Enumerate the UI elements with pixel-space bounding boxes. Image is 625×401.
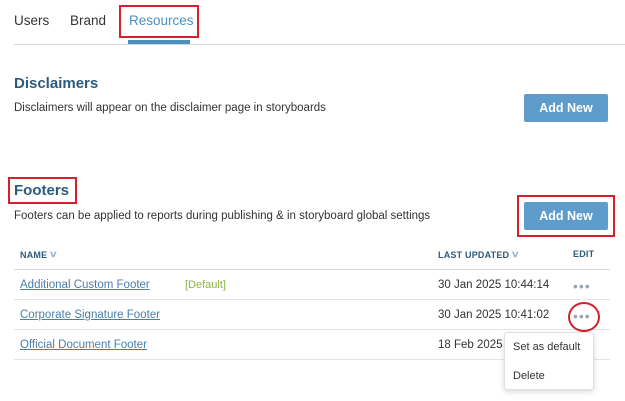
table-header: NAME ∨ LAST UPDATED ∨ EDIT <box>14 240 610 270</box>
disclaimers-description: Disclaimers will appear on the disclaime… <box>14 102 326 114</box>
add-disclaimer-button[interactable]: Add New <box>524 94 608 122</box>
highlight-box-add-footer <box>517 195 615 237</box>
tab-bar: Users Brand Resources <box>0 0 625 46</box>
highlight-circle-more-actions <box>568 302 600 332</box>
footer-name-link[interactable]: Additional Custom Footer <box>20 279 150 291</box>
table-row: Additional Custom Footer [Default] 30 Ja… <box>14 270 610 300</box>
highlight-box-footers <box>8 177 77 204</box>
chevron-down-icon: ∨ <box>48 249 59 259</box>
column-header-last-updated-label: LAST UPDATED <box>438 249 510 260</box>
row-actions-menu: Set as default Delete <box>504 332 594 390</box>
footer-name-link[interactable]: Official Document Footer <box>20 339 147 351</box>
column-header-name[interactable]: NAME ∨ <box>20 249 59 260</box>
column-header-last-updated[interactable]: LAST UPDATED ∨ <box>438 249 521 260</box>
last-updated-value: 30 Jan 2025 10:41:02 <box>438 309 550 321</box>
column-header-edit: EDIT <box>573 249 595 259</box>
last-updated-value: 30 Jan 2025 10:44:14 <box>438 279 550 291</box>
chevron-down-icon: ∨ <box>510 249 521 259</box>
default-badge: [Default] <box>185 279 226 291</box>
footers-description: Footers can be applied to reports during… <box>14 210 431 222</box>
disclaimers-title: Disclaimers <box>14 75 99 92</box>
column-header-name-label: NAME <box>20 249 48 260</box>
tab-divider <box>14 44 625 45</box>
tab-brand[interactable]: Brand <box>70 13 106 28</box>
more-horizontal-icon[interactable]: ••• <box>573 278 591 294</box>
menu-item-delete[interactable]: Delete <box>513 370 545 382</box>
last-updated-value: 18 Feb 2025 C <box>438 339 515 351</box>
table-row: Corporate Signature Footer 30 Jan 2025 1… <box>14 300 610 330</box>
footer-name-link[interactable]: Corporate Signature Footer <box>20 309 160 321</box>
highlight-box-resources <box>119 5 199 38</box>
tab-users[interactable]: Users <box>14 13 49 28</box>
menu-item-set-as-default[interactable]: Set as default <box>513 341 580 353</box>
